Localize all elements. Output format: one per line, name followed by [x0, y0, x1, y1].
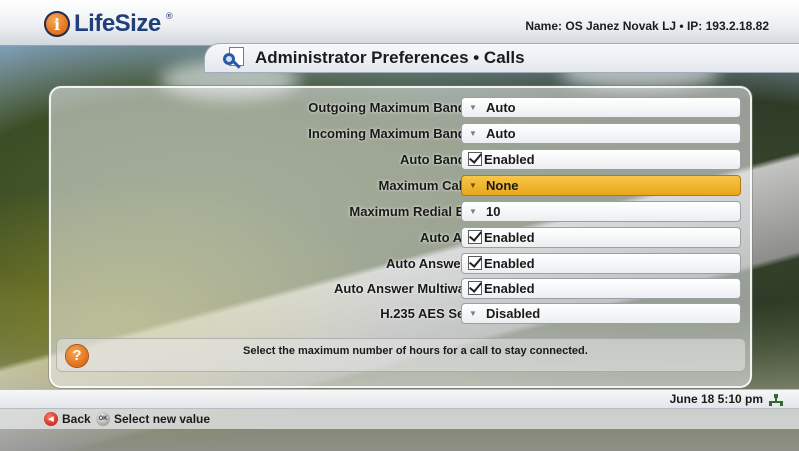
max-redial-dropdown[interactable]: ▼ 10: [461, 200, 741, 222]
back-hint[interactable]: ◀ Back: [44, 412, 91, 426]
h235-security-dropdown[interactable]: ▼ Disabled: [461, 302, 741, 324]
setting-value: Enabled: [484, 280, 535, 296]
setting-label: Auto Answer Multiway Call:: [334, 280, 504, 296]
checkbox-checked-icon: [468, 230, 482, 244]
back-label: Back: [62, 412, 91, 426]
help-question-icon[interactable]: ?: [66, 345, 88, 367]
setting-label: Auto Answer Mute:: [386, 255, 504, 271]
setting-value: None: [486, 177, 519, 193]
logo-mark-icon: i: [44, 11, 70, 37]
incoming-bandwidth-dropdown[interactable]: ▼ Auto: [461, 122, 741, 144]
footer-hints: ◀ Back OK Select new value: [0, 409, 799, 429]
setting-value: Enabled: [484, 255, 535, 271]
dropdown-arrow-icon: ▼: [469, 206, 477, 216]
top-header: i LifeSize ® Name: OS Janez Novak LJ • I…: [0, 0, 799, 46]
red-back-button-icon: ◀: [44, 412, 58, 426]
lifesize-logo: i LifeSize ®: [44, 10, 174, 38]
auto-answer-mute-checkbox[interactable]: Enabled: [461, 252, 741, 274]
auto-answer-checkbox[interactable]: Enabled: [461, 226, 741, 248]
checkbox-checked-icon: [468, 281, 482, 295]
dropdown-arrow-icon: ▼: [469, 180, 477, 190]
logo-registered-mark: ®: [164, 12, 174, 22]
date-time: June 18 5:10 pm: [669, 392, 763, 406]
logo-text: LifeSize: [74, 10, 161, 37]
dropdown-arrow-icon: ▼: [469, 128, 477, 138]
page-title-tab: Administrator Preferences • Calls: [204, 43, 799, 73]
outgoing-bandwidth-dropdown[interactable]: ▼ Auto: [461, 96, 741, 118]
setting-label: Maximum Call Time:: [378, 177, 504, 193]
setting-label: Outgoing Maximum Bandwidth:: [308, 99, 504, 115]
setting-value: 10: [486, 203, 501, 219]
setting-row-incoming-bandwidth[interactable]: Incoming Maximum Bandwidth: ▼ Auto: [49, 122, 752, 144]
setting-value: Auto: [486, 99, 516, 115]
system-info: Name: OS Janez Novak LJ • IP: 193.2.18.8…: [525, 19, 769, 33]
setting-value: Disabled: [486, 305, 541, 321]
auto-answer-multiway-checkbox[interactable]: Enabled: [461, 277, 741, 299]
setting-value: Enabled: [484, 151, 535, 167]
max-call-time-dropdown[interactable]: ▼ None: [461, 174, 741, 196]
select-label: Select new value: [114, 412, 211, 426]
setting-row-max-call-time[interactable]: Maximum Call Time: ▼ None: [49, 174, 752, 196]
setting-value: Enabled: [484, 229, 535, 245]
ok-button-icon: OK: [96, 412, 110, 426]
help-text: Select the maximum number of hours for a…: [243, 345, 588, 357]
setting-value: Auto: [486, 125, 516, 141]
setting-label: Auto Answer:: [419, 229, 504, 245]
checkbox-checked-icon: [468, 152, 482, 166]
setting-row-outgoing-bandwidth[interactable]: Outgoing Maximum Bandwidth: ▼ Auto: [49, 96, 752, 118]
setting-row-auto-answer-multiway[interactable]: Auto Answer Multiway Call: Enabled: [49, 277, 752, 299]
setting-row-auto-answer[interactable]: Auto Answer: Enabled: [49, 226, 752, 248]
status-bar: June 18 5:10 pm: [0, 389, 799, 409]
setting-row-max-redial[interactable]: Maximum Redial Entries: ▼ 10: [49, 200, 752, 222]
preferences-magnifier-icon: [223, 47, 247, 69]
select-hint[interactable]: OK Select new value: [96, 412, 210, 426]
dropdown-arrow-icon: ▼: [469, 308, 477, 318]
help-bar: ? Select the maximum number of hours for…: [56, 338, 746, 372]
setting-row-h235-security[interactable]: H.235 AES Security: ▼ Disabled: [49, 302, 752, 324]
setting-label: Auto Bandwidth:: [400, 151, 504, 167]
page-title: Administrator Preferences • Calls: [255, 48, 525, 67]
setting-label: Incoming Maximum Bandwidth:: [308, 125, 504, 141]
setting-row-auto-answer-mute[interactable]: Auto Answer Mute: Enabled: [49, 252, 752, 274]
checkbox-checked-icon: [468, 256, 482, 270]
setting-label: Maximum Redial Entries:: [349, 203, 504, 219]
network-icon: [769, 394, 783, 406]
dropdown-arrow-icon: ▼: [469, 102, 477, 112]
setting-label: H.235 AES Security:: [380, 305, 504, 321]
setting-row-auto-bandwidth[interactable]: Auto Bandwidth: Enabled: [49, 148, 752, 170]
auto-bandwidth-checkbox[interactable]: Enabled: [461, 148, 741, 170]
